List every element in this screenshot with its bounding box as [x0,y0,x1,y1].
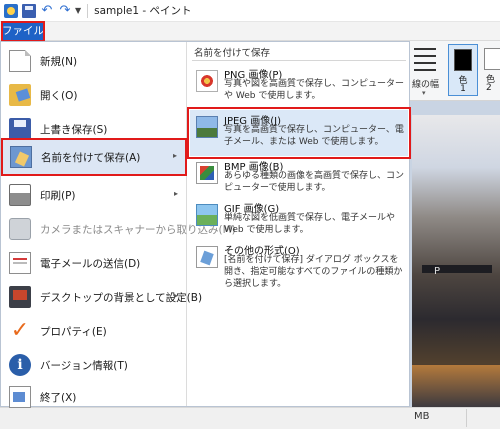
save-as-item-desc: [名前を付けて保存] ダイアログ ボックスを開き、指定可能なすべてのファイルの種… [224,255,403,289]
jpeg-image-icon [196,116,218,138]
menu-item-properties[interactable]: ✓ プロパティ(E) [2,314,186,348]
menu-item-label: 上書き保存(S) [40,123,108,136]
open-folder-icon [9,84,31,106]
menu-item-from-scanner: カメラまたはスキャナーから取り込み(M) [2,212,236,246]
window-title: sample1 - ペイント [94,5,192,17]
color2-button[interactable]: 色 2 [482,44,500,96]
checkmark-icon: ✓ [10,318,30,343]
menu-item-new[interactable]: 新規(N) [2,44,186,78]
printer-icon [9,184,31,206]
menu-item-label: 開く(O) [40,89,78,102]
menu-item-set-desktop-bg[interactable]: デスクトップの背景として設定(B) ▸ [2,280,202,314]
save-as-gif[interactable]: GIF 画像(G) 単純な図を低画質で保存し、電子メールや Web で使用します… [190,198,408,244]
menu-item-about[interactable]: i バージョン情報(T) [2,348,186,382]
quick-save-icon[interactable] [22,3,36,18]
save-as-icon [10,146,32,168]
scanner-icon [9,218,31,240]
customize-quick-access-icon[interactable]: ▼ [75,6,81,15]
menu-item-send-email[interactable]: 電子メールの送信(D) [2,246,186,280]
status-file-size: MB [414,411,430,422]
color2-swatch [484,48,500,70]
menu-item-save-as[interactable]: 名前を付けて保存(A) ▸ [1,138,187,176]
menu-item-label: 終了(X) [40,391,77,404]
canvas-image[interactable] [412,115,500,407]
menu-item-label: バージョン情報(T) [40,359,128,372]
mail-icon [9,252,31,274]
title-separator [87,3,89,18]
menu-item-print[interactable]: 印刷(P) ▸ [2,178,186,212]
other-formats-icon [196,246,218,268]
title-bar: ↶ ↷ ▼ sample1 - ペイント [0,0,500,22]
menu-item-open[interactable]: 開く(O) [2,78,186,112]
file-menu-commands: 新規(N) 開く(O) 上書き保存(S) 名前を付けて保存(A) ▸ 印刷(P)… [1,42,236,408]
color1-swatch [454,49,472,71]
menu-item-label: 電子メールの送信(D) [40,257,141,270]
chevron-down-icon[interactable]: ▾ [422,89,426,97]
submenu-arrow-icon: ▸ [172,151,177,160]
save-as-item-desc: あらゆる種類の画像を高画質で保存し、コンピューターで使用します。 [224,171,405,193]
bmp-image-icon [196,162,218,184]
line-width-icon[interactable] [414,48,436,76]
new-file-icon [9,50,31,72]
menu-item-label: プロパティ(E) [40,325,107,338]
canvas-overlay-text: P [434,266,441,277]
save-as-jpeg[interactable]: JPEG 画像(J) 写真を高画質で保存し、コンピューター、電子メール、または … [187,107,411,159]
png-image-icon [196,70,218,92]
undo-icon[interactable]: ↶ [40,3,54,18]
save-as-bmp[interactable]: BMP 画像(B) あらゆる種類の画像を高画質で保存し、コンピューターで使用しま… [190,156,408,202]
desktop-icon [9,286,31,308]
submenu-divider [192,60,406,61]
file-tab[interactable]: ファイル [1,21,45,42]
paint-app-icon[interactable] [4,3,18,18]
submenu-arrow-icon: ▸ [173,291,178,300]
menu-item-label: 新規(N) [40,55,78,68]
file-menu: 新規(N) 開く(O) 上書き保存(S) 名前を付けて保存(A) ▸ 印刷(P)… [0,41,411,408]
exit-icon [9,386,31,408]
gif-image-icon [196,204,218,226]
menu-item-exit[interactable]: 終了(X) [2,380,186,414]
ribbon-tab-row [0,22,500,41]
submenu-arrow-icon: ▸ [173,189,178,198]
save-as-item-desc: 単純な図を低画質で保存し、電子メールや Web で使用します。 [224,213,396,235]
menu-item-label: 印刷(P) [40,189,76,202]
save-as-item-desc: 写真を高画質で保存し、コンピューター、電子メール、または Web で使用します。 [224,125,404,147]
color1-button[interactable]: 色 1 [448,44,478,96]
info-icon: i [9,354,31,376]
redo-icon[interactable]: ↷ [58,3,72,18]
save-icon [9,118,31,140]
color2-index: 2 [486,83,492,93]
save-as-submenu: 名前を付けて保存 PNG 画像(P) 写真や図を高画質で保存し、コンピューターや… [187,42,411,406]
save-as-png[interactable]: PNG 画像(P) 写真や図を高画質で保存し、コンピューターや Web で使用し… [190,64,408,110]
save-as-item-desc: 写真や図を高画質で保存し、コンピューターや Web で使用します。 [224,79,405,101]
submenu-title: 名前を付けて保存 [194,48,271,59]
save-as-other-formats[interactable]: その他の形式(O) [名前を付けて保存] ダイアログ ボックスを開き、指定可能な… [190,240,408,289]
menu-item-label: 名前を付けて保存(A) [41,151,141,164]
status-separator [466,409,467,427]
color1-index: 1 [460,84,466,94]
